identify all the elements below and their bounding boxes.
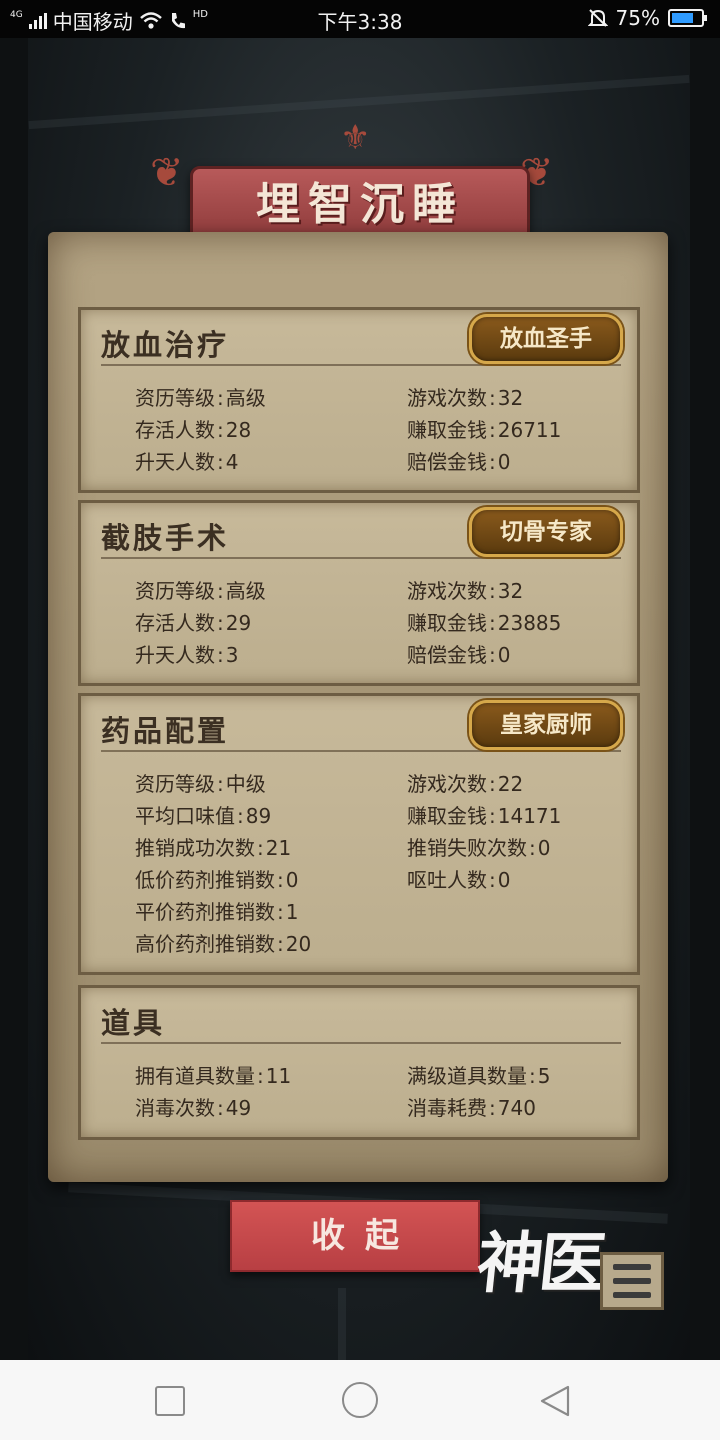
stat-item: 赔偿金钱:0 bbox=[407, 643, 511, 667]
page-title: 埋智沉睡 bbox=[256, 179, 464, 230]
achievement-badge: 切骨专家 bbox=[469, 507, 623, 557]
stat-item: 高价药剂推销数:20 bbox=[135, 932, 312, 956]
section-bloodletting: 放血治疗 放血圣手 资历等级: 高级 存活人数:28 升天人数:4 游戏次数:32… bbox=[78, 307, 640, 493]
game-logo: 神医 bbox=[473, 1224, 606, 1302]
section-divider bbox=[101, 364, 621, 366]
stat-item: 平价药剂推销数:1 bbox=[135, 900, 299, 924]
stat-item: 低价药剂推销数:0 bbox=[135, 868, 299, 892]
recent-apps-icon[interactable] bbox=[155, 1386, 185, 1416]
stat-item: 资历等级: 高级 bbox=[135, 579, 266, 603]
section-divider bbox=[101, 557, 621, 559]
stat-item: 存活人数:29 bbox=[135, 611, 252, 635]
crown-ornament-icon: ⚜ bbox=[340, 118, 371, 158]
stat-item: 推销失败次数:0 bbox=[407, 836, 551, 860]
battery-icon bbox=[668, 9, 707, 27]
alarm-off-icon bbox=[587, 9, 608, 27]
stat-item: 推销成功次数:21 bbox=[135, 836, 292, 860]
ornament-left-icon: ❦ bbox=[150, 150, 184, 196]
background-beam bbox=[338, 1288, 346, 1360]
stat-item: 存活人数:28 bbox=[135, 418, 252, 442]
stat-item: 平均口味值:89 bbox=[135, 804, 272, 828]
stat-item: 升天人数:3 bbox=[135, 643, 239, 667]
section-title: 截肢手术 bbox=[101, 521, 230, 555]
battery-level bbox=[672, 13, 693, 23]
stat-item: 拥有道具数量:11 bbox=[135, 1064, 292, 1088]
stat-item: 赚取金钱:26711 bbox=[407, 418, 562, 442]
section-medicine: 药品配置 皇家厨师 资历等级: 中级 平均口味值:89 推销成功次数:21 低价药… bbox=[78, 693, 640, 975]
right-border bbox=[690, 38, 720, 1360]
section-divider bbox=[101, 750, 621, 752]
stat-item: 资历等级: 高级 bbox=[135, 386, 266, 410]
stat-item: 游戏次数:32 bbox=[407, 579, 524, 603]
home-icon[interactable] bbox=[342, 1382, 378, 1418]
left-border bbox=[0, 38, 28, 1360]
back-icon[interactable] bbox=[538, 1384, 572, 1418]
section-title: 药品配置 bbox=[101, 714, 230, 748]
menu-list-icon[interactable] bbox=[600, 1252, 664, 1310]
stat-item: 游戏次数:22 bbox=[407, 772, 524, 796]
achievement-badge: 放血圣手 bbox=[469, 314, 623, 364]
stat-item: 资历等级: 中级 bbox=[135, 772, 266, 796]
battery-percent: 75% bbox=[615, 6, 660, 30]
stat-item: 游戏次数:32 bbox=[407, 386, 524, 410]
stat-item: 满级道具数量:5 bbox=[407, 1064, 551, 1088]
section-title: 放血治疗 bbox=[101, 328, 230, 362]
stat-item: 消毒耗费:740 bbox=[407, 1096, 536, 1120]
stat-item: 呕吐人数:0 bbox=[407, 868, 511, 892]
achievement-badge: 皇家厨师 bbox=[469, 700, 623, 750]
stat-item: 赚取金钱:23885 bbox=[407, 611, 562, 635]
stat-item: 赚取金钱:14171 bbox=[407, 804, 562, 828]
stat-item: 升天人数:4 bbox=[135, 450, 239, 474]
section-amputation: 截肢手术 切骨专家 资历等级: 高级 存活人数:29 升天人数:3 游戏次数:32… bbox=[78, 500, 640, 686]
section-divider bbox=[101, 1042, 621, 1044]
stat-item: 消毒次数:49 bbox=[135, 1096, 252, 1120]
section-items: 道具 拥有道具数量:11 消毒次数:49 满级道具数量:5 消毒耗费:740 bbox=[78, 985, 640, 1140]
title-banner: 埋智沉睡 bbox=[190, 166, 530, 242]
collapse-button[interactable]: 收起 bbox=[230, 1200, 480, 1272]
stat-item: 赔偿金钱:0 bbox=[407, 450, 511, 474]
status-bar: 4G 中国移动 HD 下午3:38 75% bbox=[0, 0, 720, 38]
section-title: 道具 bbox=[101, 1006, 166, 1040]
status-right: 75% bbox=[587, 6, 707, 30]
